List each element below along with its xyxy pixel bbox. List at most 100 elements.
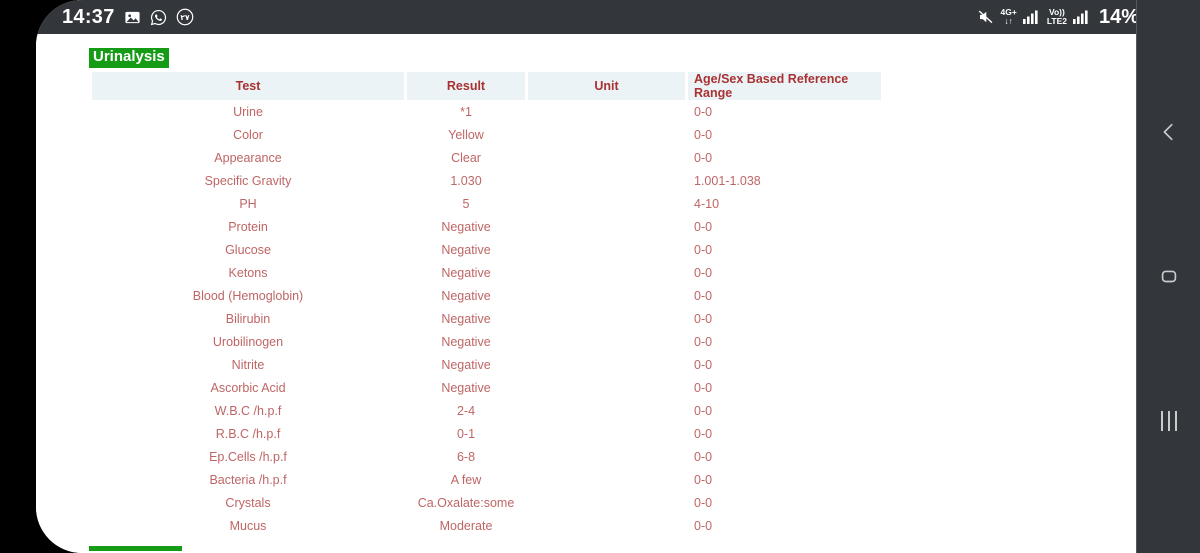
volume-mute-icon <box>977 8 995 26</box>
cell-unit <box>528 399 685 422</box>
cell-unit <box>528 238 685 261</box>
cell-reference-range: 0-0 <box>694 127 713 142</box>
network-type-indicator: 4G+ ↓↑ <box>1001 8 1017 26</box>
cell-test: Blood (Hemoglobin) <box>192 288 304 303</box>
cell-reference-range: 0-0 <box>694 357 713 372</box>
recents-bars-icon <box>1160 410 1177 431</box>
next-section-title-partial <box>89 546 182 551</box>
home-square-icon <box>1161 271 1176 283</box>
cell-result: Ca.Oxalate:some <box>417 495 515 510</box>
urinalysis-results-table: Test Result Unit Age/Sex Based Reference… <box>89 72 884 537</box>
cell-reference-range: 0-0 <box>694 104 713 119</box>
cell-reference-range: 1.001-1.038 <box>694 173 761 188</box>
recents-button[interactable] <box>1149 401 1189 441</box>
status-clock: 14:37 <box>62 6 115 28</box>
cell-reference-range: 0-0 <box>694 265 713 280</box>
cell-result: Negative <box>441 380 491 395</box>
cell-unit <box>528 353 685 376</box>
cell-test: Ascorbic Acid <box>210 380 286 395</box>
cell-test: Ep.Cells /h.p.f <box>209 449 287 464</box>
column-header-unit: Unit <box>528 72 685 100</box>
cell-test: Bacteria /h.p.f <box>209 472 287 487</box>
cell-unit <box>528 192 685 215</box>
table-row: Appearance Clear 0-0 <box>92 146 881 169</box>
table-row: Mucus Moderate 0-0 <box>92 514 881 537</box>
cell-test: Color <box>233 127 263 142</box>
cell-unit <box>528 468 685 491</box>
cell-result: Moderate <box>439 518 493 533</box>
cell-reference-range: 4-10 <box>694 196 720 211</box>
cell-unit <box>528 215 685 238</box>
cell-test: R.B.C /h.p.f <box>215 426 281 441</box>
cell-result: 6-8 <box>456 449 476 464</box>
table-row: Bilirubin Negative 0-0 <box>92 307 881 330</box>
cell-reference-range: 0-0 <box>694 518 713 533</box>
table-row: Specific Gravity 1.030 1.001-1.038 <box>92 169 881 192</box>
cell-test: Ketons <box>228 265 268 280</box>
cell-result: Negative <box>441 357 491 372</box>
table-row: Color Yellow 0-0 <box>92 123 881 146</box>
cell-reference-range: 0-0 <box>694 311 713 326</box>
table-row: W.B.C /h.p.f 2-4 0-0 <box>92 399 881 422</box>
table-row: Bacteria /h.p.f A few 0-0 <box>92 468 881 491</box>
notification-count-badge: ٢٧ <box>176 8 194 26</box>
table-row: Protein Negative 0-0 <box>92 215 881 238</box>
cell-unit <box>528 491 685 514</box>
cell-test: Appearance <box>214 150 282 165</box>
cell-test: Crystals <box>225 495 271 510</box>
cell-reference-range: 0-0 <box>694 403 713 418</box>
cell-test: Urine <box>233 104 263 119</box>
cell-result: Negative <box>441 219 491 234</box>
phone-screen: 14:37 ٢٧ 4G+ ↓↑ Vo)) LTE2 14% Urinalysis… <box>36 0 1200 553</box>
table-row: Ep.Cells /h.p.f 6-8 0-0 <box>92 445 881 468</box>
chevron-left-icon <box>1163 123 1173 141</box>
network-arrows-label: ↓↑ <box>1004 16 1013 26</box>
cell-result: 5 <box>462 196 470 211</box>
table-row: PH 5 4-10 <box>92 192 881 215</box>
signal-bars-sim1-icon <box>1022 9 1041 25</box>
cell-reference-range: 0-0 <box>694 288 713 303</box>
cell-unit <box>528 376 685 399</box>
cell-result: Yellow <box>448 127 484 142</box>
cell-test: Nitrite <box>231 357 265 372</box>
table-row: Urine *1 0-0 <box>92 100 881 123</box>
cell-test: Bilirubin <box>225 311 271 326</box>
table-row: R.B.C /h.p.f 0-1 0-0 <box>92 422 881 445</box>
cell-reference-range: 0-0 <box>694 449 713 464</box>
cell-result: A few <box>450 472 482 487</box>
cell-result: Negative <box>441 311 491 326</box>
cell-unit <box>528 422 685 445</box>
gallery-icon <box>124 9 141 26</box>
cell-unit <box>528 514 685 537</box>
cell-unit <box>528 123 685 146</box>
cell-reference-range: 0-0 <box>694 380 713 395</box>
table-row: Nitrite Negative 0-0 <box>92 353 881 376</box>
battery-percent-label: 14% <box>1098 6 1139 28</box>
home-button[interactable] <box>1149 256 1189 296</box>
cell-test: Specific Gravity <box>204 173 292 188</box>
back-button[interactable] <box>1149 112 1189 152</box>
status-bar-left: 14:37 ٢٧ <box>62 7 194 27</box>
cell-test: Urobilinogen <box>212 334 284 349</box>
volte-indicator: Vo)) LTE2 <box>1047 8 1067 26</box>
column-header-test: Test <box>92 72 404 100</box>
cell-result: Negative <box>441 265 491 280</box>
table-row: Urobilinogen Negative 0-0 <box>92 330 881 353</box>
cell-reference-range: 0-0 <box>694 219 713 234</box>
cell-unit <box>528 146 685 169</box>
cell-test: Mucus <box>229 518 267 533</box>
cell-result: Negative <box>441 242 491 257</box>
whatsapp-icon <box>150 9 167 26</box>
cell-unit <box>528 100 685 123</box>
cell-unit <box>528 169 685 192</box>
table-header-row: Test Result Unit Age/Sex Based Reference… <box>92 72 881 100</box>
table-row: Ascorbic Acid Negative 0-0 <box>92 376 881 399</box>
table-row: Crystals Ca.Oxalate:some 0-0 <box>92 491 881 514</box>
cell-result: 0-1 <box>456 426 476 441</box>
signal-bars-sim2-icon <box>1072 9 1091 25</box>
cell-unit <box>528 284 685 307</box>
report-content: Urinalysis Test Result Unit Age/Sex Base… <box>36 34 1136 553</box>
cell-test: Glucose <box>225 242 271 257</box>
cell-result: *1 <box>460 104 472 119</box>
table-row: Glucose Negative 0-0 <box>92 238 881 261</box>
